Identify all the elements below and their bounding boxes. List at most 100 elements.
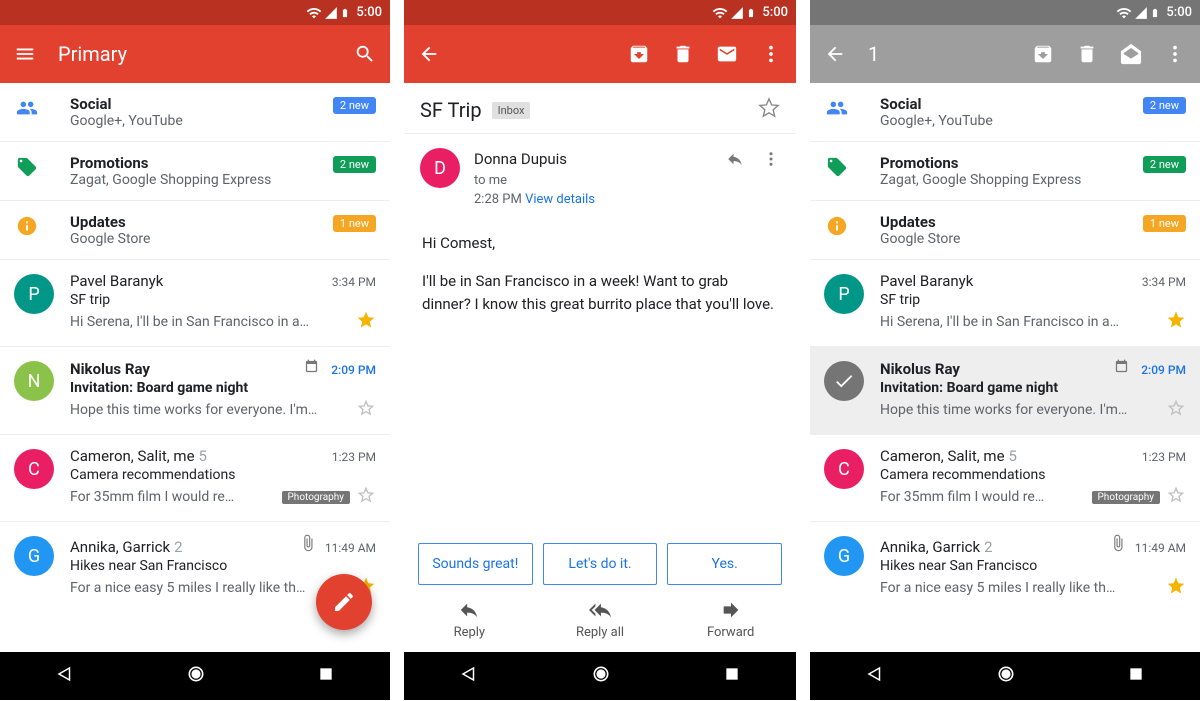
status-bar: 5:00 [404,0,796,25]
reply-button[interactable]: Reply [404,599,535,640]
nav-recent-icon[interactable] [318,666,334,686]
toolbar: 1 [810,25,1200,83]
category-name: Social [70,95,325,113]
label-chip: Photography [282,491,351,504]
snippet: Hope this time works for everyone. I'm… [70,402,350,418]
status-time: 5:00 [1166,5,1192,20]
thread-row[interactable]: C Cameron, Salit, me51:23 PM Camera reco… [810,435,1200,522]
archive-icon[interactable] [628,43,650,65]
sender-to: to me [474,171,726,191]
nav-recent-icon[interactable] [1128,666,1144,686]
new-badge: 2 new [333,97,376,114]
screen-selection: 5:00 1 Social Google+, YouTube 2 new Pro… [810,0,1200,700]
thread-row[interactable]: C Cameron, Salit, me5 1:23 PM Camera rec… [0,435,390,522]
snippet: For a nice easy 5 miles I really like th… [70,580,350,596]
mark-unread-icon[interactable] [716,43,738,65]
thread-row-selected[interactable]: Nikolus Ray2:09 PM Invitation: Board gam… [810,347,1200,435]
star-icon[interactable] [356,485,376,509]
time: 3:34 PM [332,275,376,289]
compose-fab[interactable] [316,574,372,630]
star-icon[interactable] [1166,310,1186,334]
page-title: Primary [58,42,332,66]
forward-button[interactable]: Forward [665,599,796,640]
category-promotions[interactable]: Promotions Zagat, Google Shopping Expres… [0,142,390,201]
new-badge: 2 new [333,156,376,173]
smart-reply-row: Sounds great! Let's do it. Yes. [404,535,796,589]
status-bar: 5:00 [0,0,390,25]
view-details-link[interactable]: View details [525,192,595,207]
nav-back-icon[interactable] [460,665,478,687]
delete-icon[interactable] [1076,43,1098,65]
nav-back-icon[interactable] [866,665,884,687]
info-icon [14,215,40,247]
sender-time: 2:28 PM [474,192,522,207]
android-navbar[interactable] [810,652,1200,700]
battery-icon [340,5,350,21]
battery-icon [746,5,756,21]
smart-reply-button[interactable]: Let's do it. [543,543,658,585]
new-badge: 1 new [1143,215,1186,232]
category-social[interactable]: Social Google+, YouTube 2 new [0,83,390,142]
star-icon[interactable] [356,310,376,334]
sender-name: Nikolus Ray [70,360,304,378]
thread-row[interactable]: P Pavel Baranyk 3:34 PM SF trip Hi Seren… [0,260,390,347]
nav-home-icon[interactable] [996,664,1016,688]
mark-read-icon[interactable] [1120,43,1142,65]
wifi-icon [1116,5,1132,21]
thread-row[interactable]: P Pavel Baranyk3:34 PM SF trip Hi Serena… [810,260,1200,347]
category-social[interactable]: Social Google+, YouTube 2 new [810,83,1200,142]
category-updates[interactable]: Updates Google Store 1 new [810,201,1200,260]
back-icon[interactable] [418,43,440,65]
android-navbar[interactable] [404,652,796,700]
nav-recent-icon[interactable] [724,666,740,686]
back-icon[interactable] [824,43,846,65]
calendar-icon [304,359,319,374]
info-icon [824,215,850,247]
more-icon[interactable] [762,150,780,172]
archive-icon[interactable] [1032,43,1054,65]
people-icon [824,97,850,129]
time: 1:23 PM [332,450,376,464]
time: 2:09 PM [331,363,376,377]
reply-all-button[interactable]: Reply all [535,599,666,640]
delete-icon[interactable] [672,43,694,65]
category-promotions[interactable]: Promotions Zagat, Google Shopping Expres… [810,142,1200,201]
category-desc: Google Store [70,231,325,247]
menu-icon[interactable] [14,43,36,65]
more-icon[interactable] [760,43,782,65]
smart-reply-button[interactable]: Sounds great! [418,543,533,585]
category-name: Promotions [70,154,325,172]
snippet: Hi Serena, I'll be in San Francisco in a… [70,314,350,330]
thread-row[interactable]: G Annika, Garrick211:49 AM Hikes near Sa… [810,522,1200,612]
thread-row[interactable]: N Nikolus Ray 2:09 PM Invitation: Board … [0,347,390,435]
subject: Invitation: Board game night [70,380,376,396]
more-icon[interactable] [1164,43,1186,65]
signal-icon [730,6,744,20]
star-icon[interactable] [758,97,780,123]
search-icon[interactable] [354,43,376,65]
nav-home-icon[interactable] [186,664,206,688]
category-updates[interactable]: Updates Google Store 1 new [0,201,390,260]
screen-reader: 5:00 SF Trip Inbox D Donna Dupuis to me … [404,0,796,700]
smart-reply-button[interactable]: Yes. [667,543,782,585]
nav-back-icon[interactable] [56,665,74,687]
toolbar [404,25,796,83]
star-icon[interactable] [1166,398,1186,422]
attachment-icon [299,534,317,556]
attachment-icon [1109,534,1127,556]
screen-inbox: 5:00 Primary Social Google+, YouTube 2 n… [0,0,390,700]
action-row: Reply Reply all Forward [404,589,796,652]
avatar: G [824,536,864,576]
sender-avatar[interactable]: D [420,148,460,188]
nav-home-icon[interactable] [591,664,611,688]
new-badge: 2 new [1143,156,1186,173]
wifi-icon [306,5,322,21]
reply-icon[interactable] [726,150,744,172]
android-navbar[interactable] [0,652,390,700]
star-icon[interactable] [356,398,376,422]
star-icon[interactable] [1166,576,1186,600]
selected-check-icon[interactable] [824,361,864,401]
status-bar: 5:00 [810,0,1200,25]
star-icon[interactable] [1166,485,1186,509]
inbox-list: Social Google+, YouTube 2 new Promotions… [810,83,1200,652]
